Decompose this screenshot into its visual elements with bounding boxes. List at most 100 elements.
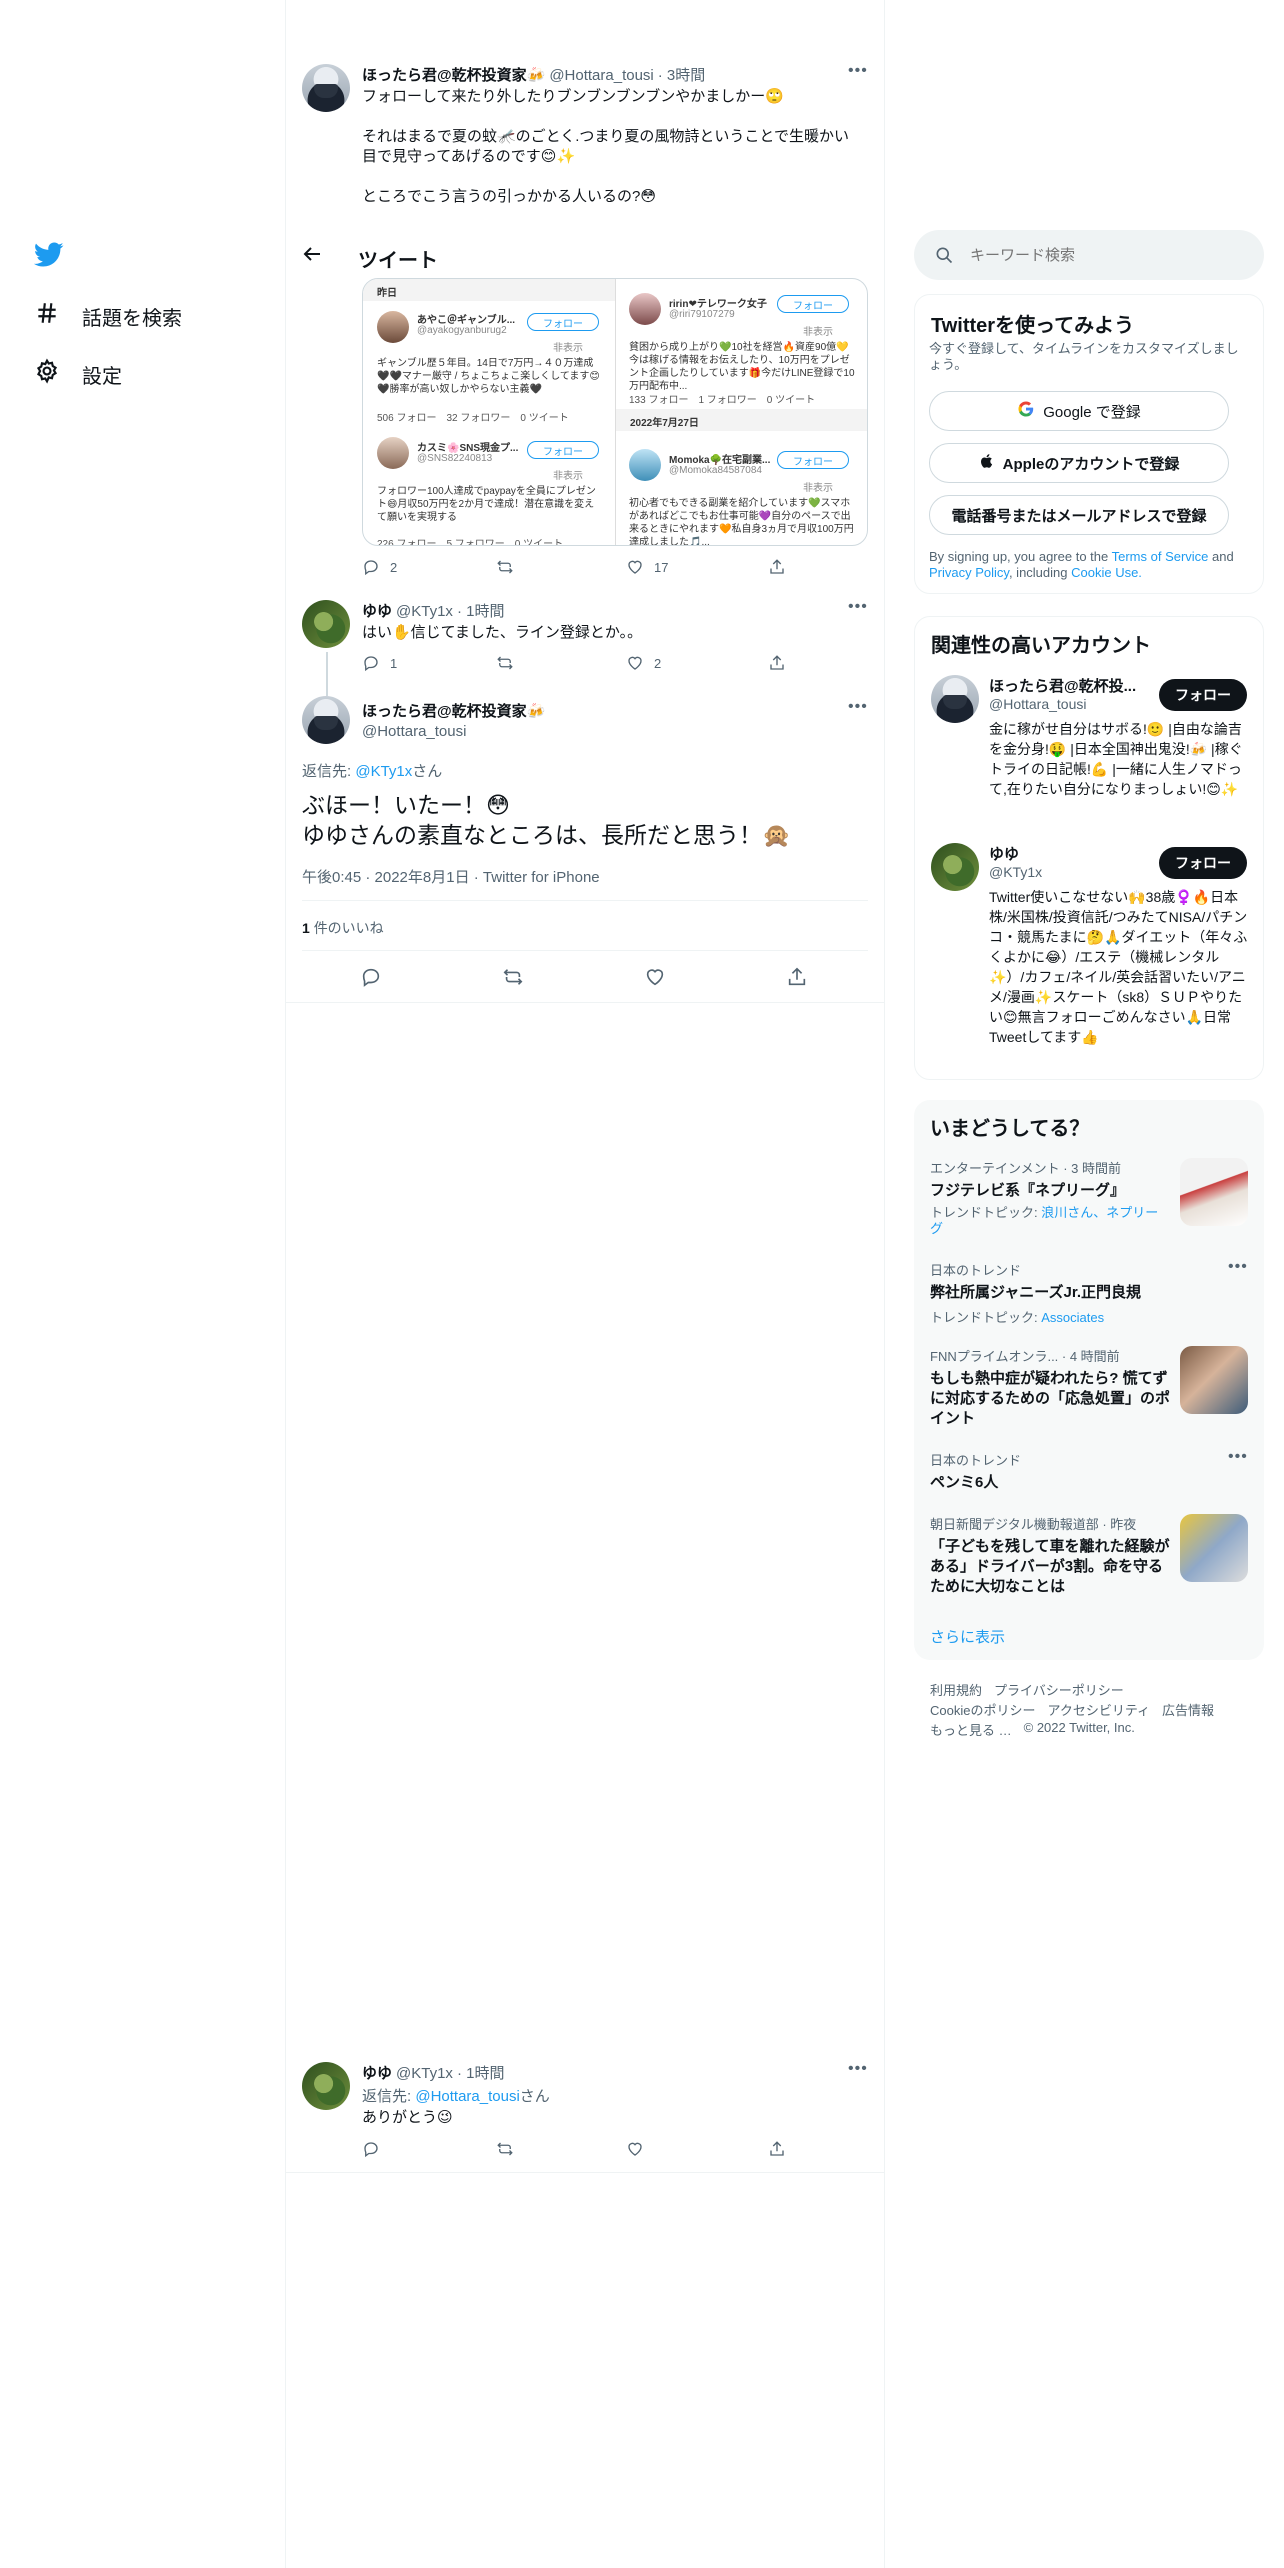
image-user-stats: 226 フォロー 5 フォロワー 0 ツイート	[377, 539, 564, 546]
reply-to-link[interactable]: @KTy1x	[355, 763, 412, 780]
twitter-logo-icon[interactable]	[33, 242, 64, 273]
show-more-link[interactable]: さらに表示	[930, 1626, 1005, 1647]
reply-prefix: 返信先:	[362, 2088, 416, 2105]
tweet-time[interactable]: · 1時間	[457, 2062, 505, 2083]
share-button[interactable]	[768, 654, 786, 672]
tweet-author-handle[interactable]: @Hottara_tousi	[549, 67, 653, 84]
avatar[interactable]	[302, 64, 350, 112]
footer-link[interactable]: もっと見る …	[930, 1720, 1012, 1739]
trend-topic-link[interactable]: Associates	[1041, 1310, 1104, 1325]
google-signup-button[interactable]: Google で登録	[929, 391, 1229, 431]
more-icon[interactable]: •••	[1228, 1448, 1248, 1466]
more-icon[interactable]: •••	[848, 62, 868, 80]
more-icon[interactable]: •••	[848, 598, 868, 616]
trend-item[interactable]: 日本のトレンド ペンミ6人	[930, 1450, 1210, 1493]
trend-image[interactable]	[1180, 1158, 1248, 1226]
share-button[interactable]	[768, 558, 786, 576]
tweet-author-name[interactable]: ゆゆ	[362, 600, 392, 621]
like-count: 2	[654, 655, 662, 671]
avatar[interactable]	[302, 2062, 350, 2110]
more-icon[interactable]: •••	[848, 698, 868, 716]
reply-to-link[interactable]: @Hottara_tousi	[415, 2088, 519, 2105]
tweet-time[interactable]: · 3時間	[658, 64, 706, 85]
tweet-author-name[interactable]: ほったら君@乾杯投資家🍻	[362, 700, 545, 721]
thread-line	[326, 652, 328, 696]
tweet-author-handle[interactable]: @KTy1x	[396, 2065, 453, 2082]
footer-link[interactable]: アクセシビリティ	[1047, 1700, 1150, 1719]
back-arrow-icon[interactable]	[300, 242, 324, 271]
reply-button[interactable]	[360, 966, 382, 993]
apple-signup-button[interactable]: Appleのアカウントで登録	[929, 443, 1229, 483]
related-account[interactable]: ゆゆ @KTy1x	[989, 843, 1159, 880]
signup-card: Twitterを使ってみよう 今すぐ登録して、タイムラインをカスタマイズしましょ…	[914, 294, 1264, 594]
reply-button[interactable]: 2	[362, 558, 397, 576]
google-signup-label: Google で登録	[1043, 403, 1141, 421]
image-user-name: ririn❤テレワーク女子	[669, 299, 767, 310]
search-icon	[934, 245, 954, 270]
share-button[interactable]	[786, 966, 808, 993]
image-user-handle: @Momoka84587084	[669, 465, 762, 476]
footer-link[interactable]: 利用規約	[930, 1680, 982, 1699]
like-button[interactable]	[626, 2140, 644, 2158]
tweet-author-name[interactable]: ほったら君@乾杯投資家🍻	[362, 64, 545, 85]
trend-item[interactable]: 朝日新聞デジタル機動報道部 · 昨夜 「子どもを残して車を離れた経験がある」ドラ…	[930, 1514, 1170, 1597]
signup-subtitle: 今すぐ登録して、タイムラインをカスタマイズしましょう。	[929, 341, 1239, 372]
tweet-meta[interactable]: 午後0:45 · 2022年8月1日 · Twitter for iPhone	[302, 866, 600, 887]
search-input[interactable]	[970, 242, 1240, 268]
retweet-button[interactable]	[496, 654, 514, 672]
trend-image[interactable]	[1180, 1346, 1248, 1414]
retweet-icon	[503, 969, 523, 985]
tweet-author-handle[interactable]: @KTy1x	[396, 603, 453, 620]
tweet-image[interactable]: 昨日 あやこ＠ギャンブル... @ayakogyanburug2 フォロー 非表…	[362, 278, 868, 546]
footer-links: 利用規約 プライバシーポリシー	[930, 1680, 1124, 1699]
trend-item[interactable]: エンターテインメント · 3 時間前 フジテレビ系『ネプリーグ』 トレンドトピッ…	[930, 1158, 1170, 1237]
tweet-author-name[interactable]: ゆゆ	[362, 2062, 392, 2083]
trend-title: フジテレビ系『ネプリーグ』	[930, 1182, 1126, 1199]
retweet-button[interactable]	[496, 558, 514, 576]
avatar[interactable]	[302, 600, 350, 648]
trend-item[interactable]: 日本のトレンド 弊社所属ジャニーズJr.正門良規 トレンドトピック: Assoc…	[930, 1260, 1210, 1326]
cookie-link[interactable]: Cookie Use.	[1071, 565, 1142, 580]
trend-image[interactable]	[1180, 1514, 1248, 1582]
footer-link[interactable]: Cookieのポリシー	[930, 1700, 1035, 1719]
avatar[interactable]	[302, 696, 350, 744]
follow-button[interactable]: フォロー	[1159, 847, 1247, 879]
terms-link[interactable]: Terms of Service	[1112, 549, 1209, 564]
nav-explore[interactable]: 話題を検索	[34, 300, 182, 332]
footer-link[interactable]: 広告情報	[1162, 1700, 1214, 1719]
tweet-1: ほったら君@乾杯投資家🍻 @Hottara_tousi · 3時間 フォローして…	[362, 64, 862, 207]
phone-signup-button[interactable]: 電話番号またはメールアドレスで登録	[929, 495, 1229, 535]
follow-button[interactable]: フォロー	[1159, 679, 1247, 711]
share-icon	[788, 967, 806, 986]
more-icon[interactable]: •••	[1228, 1258, 1248, 1276]
image-user-handle: @ayakogyanburug2	[417, 325, 507, 336]
tweet-author-handle[interactable]: @Hottara_tousi	[362, 723, 545, 740]
like-button[interactable]: 17	[626, 558, 668, 576]
related-account[interactable]: ほったら君@乾杯投... @Hottara_tousi	[989, 675, 1159, 712]
tweet-time[interactable]: · 1時間	[457, 600, 505, 621]
search-box[interactable]	[914, 230, 1264, 280]
reply-context: 返信先: @KTy1xさん	[302, 760, 442, 781]
reply-button[interactable]	[362, 2140, 380, 2158]
heart-icon	[646, 969, 664, 986]
privacy-link[interactable]: Privacy Policy	[929, 565, 1009, 580]
like-button[interactable]: 2	[626, 654, 661, 672]
trend-category: FNNプライムオンラ... · 4 時間前	[930, 1349, 1120, 1364]
nav-explore-label: 話題を検索	[82, 307, 182, 330]
like-button[interactable]	[644, 966, 666, 993]
image-hide-label: 非表示	[803, 327, 833, 338]
avatar[interactable]	[931, 675, 979, 723]
retweet-button[interactable]	[502, 966, 524, 993]
nav-settings[interactable]: 設定	[34, 358, 122, 390]
reply-button[interactable]: 1	[362, 654, 397, 672]
more-icon[interactable]: •••	[848, 2060, 868, 2078]
image-follow-button: フォロー	[527, 313, 599, 331]
avatar[interactable]	[931, 843, 979, 891]
likes-summary[interactable]: 1 件のいいね	[302, 918, 384, 938]
retweet-button[interactable]	[496, 2140, 514, 2158]
trend-topic-prefix: トレンドトピック:	[930, 1310, 1042, 1325]
share-button[interactable]	[768, 2140, 786, 2158]
footer-link[interactable]: プライバシーポリシー	[994, 1680, 1124, 1699]
trend-item[interactable]: FNNプライムオンラ... · 4 時間前 もしも熱中症が疑われたら? 慌てずに…	[930, 1346, 1170, 1429]
trends-title: いまどうしてる？	[930, 1118, 1090, 1140]
